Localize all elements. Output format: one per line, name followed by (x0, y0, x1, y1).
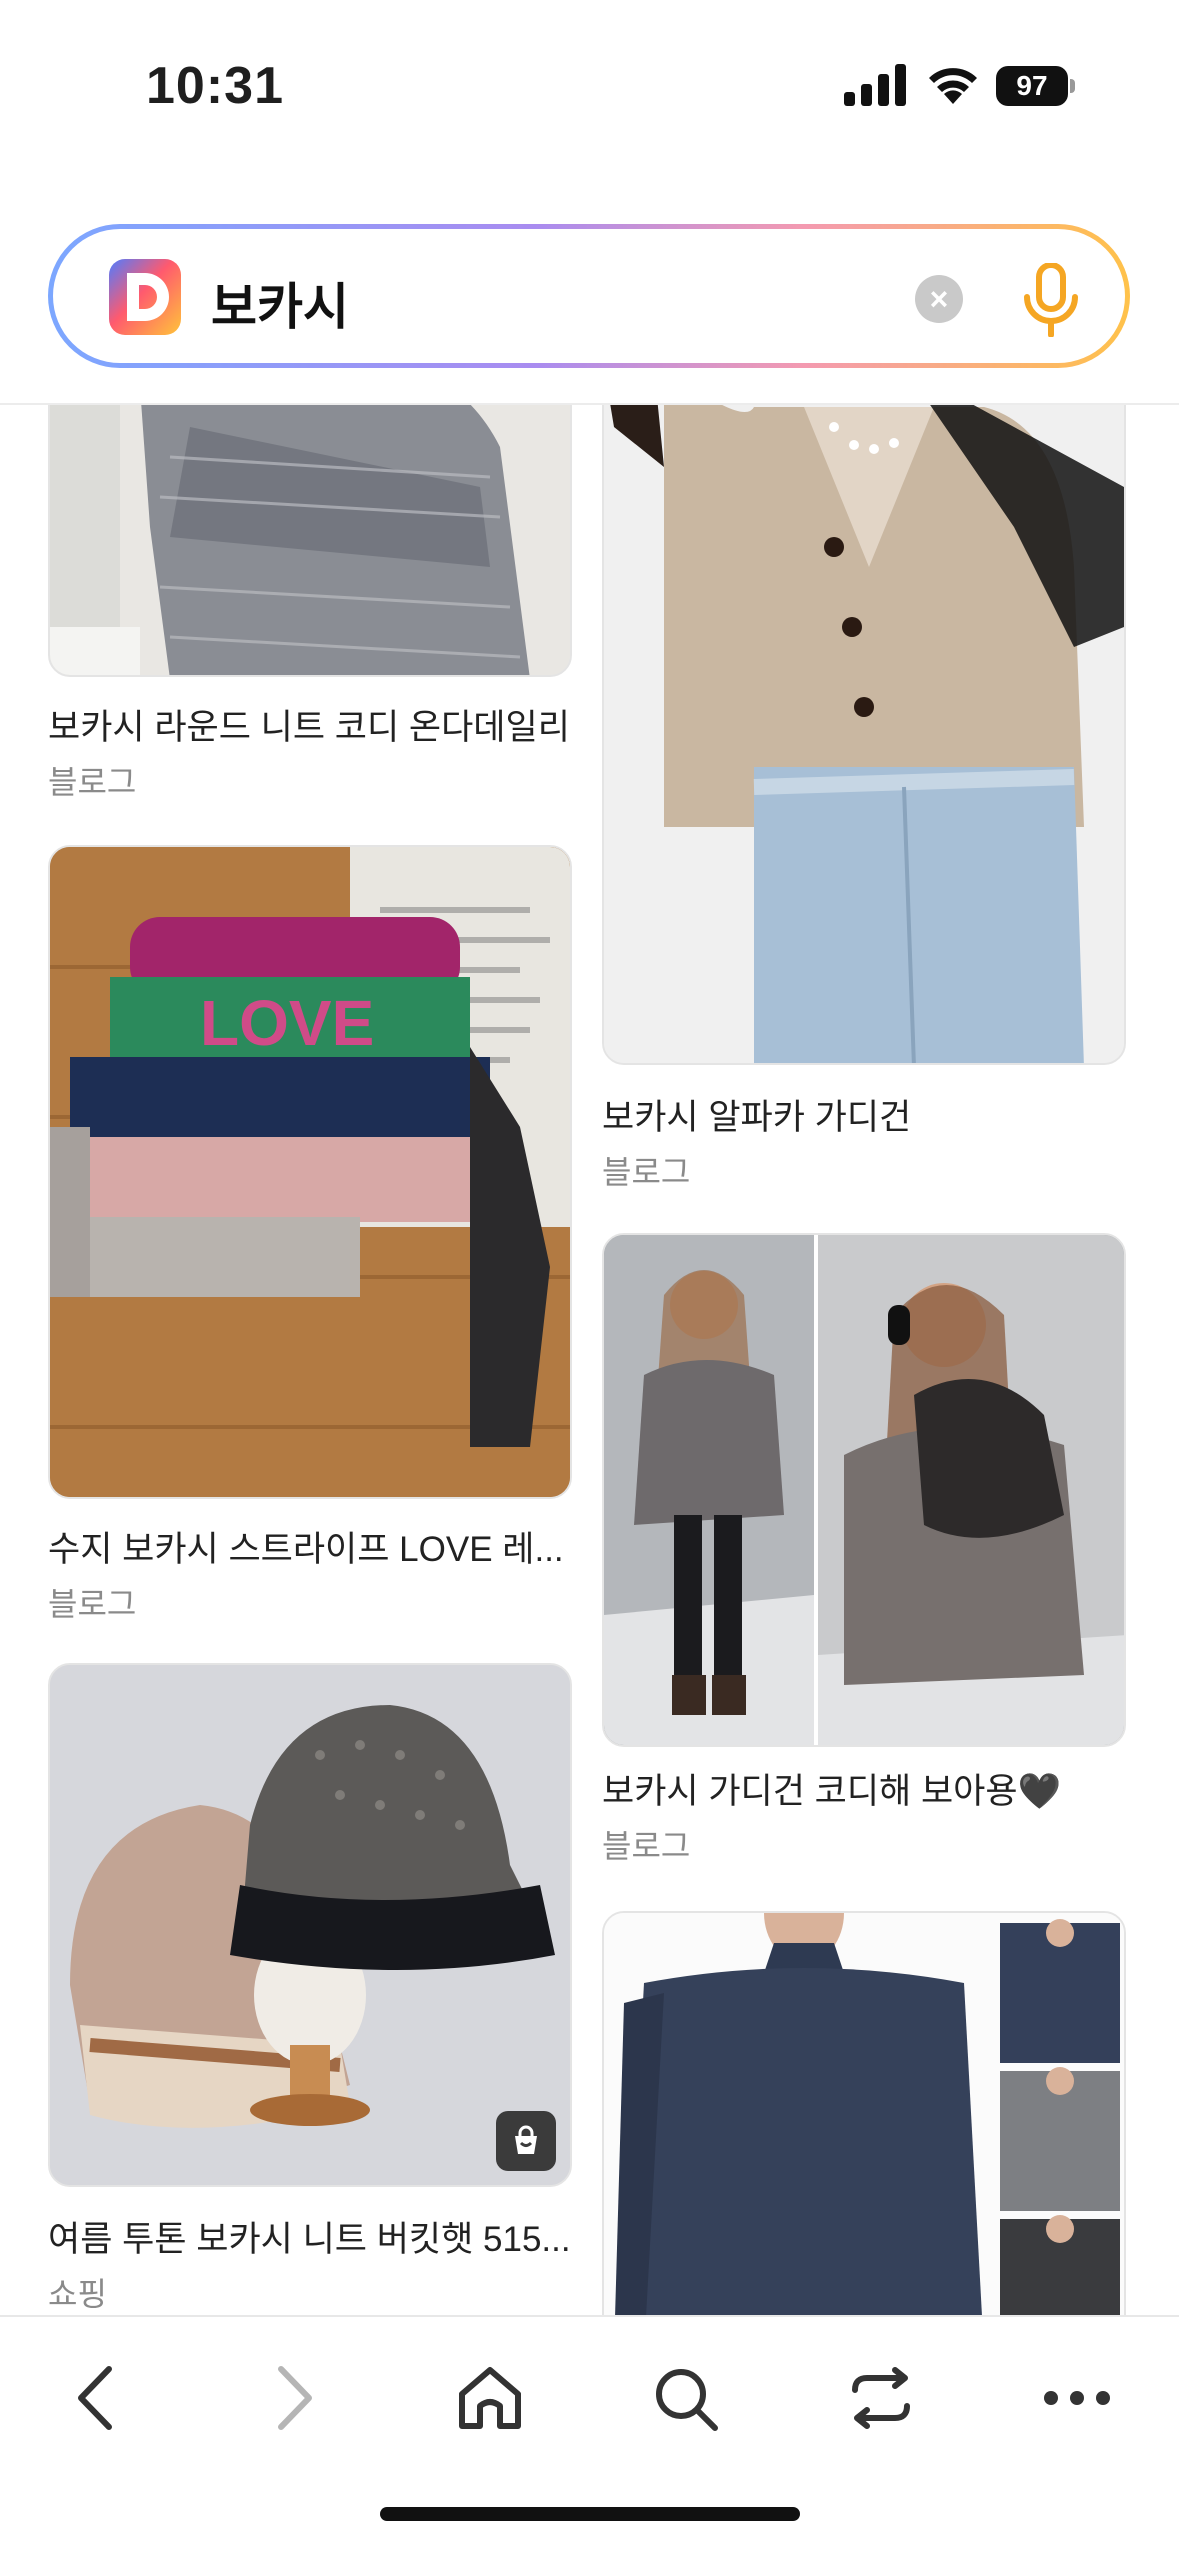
result-card[interactable]: 보카시 라운드 니트 코디 온다데일리 블로그 (0, 405, 590, 805)
search-input[interactable]: 보카시 (211, 267, 349, 339)
status-time: 10:31 (146, 57, 284, 115)
result-image[interactable]: LOVE (48, 845, 572, 1499)
clear-search-button[interactable]: × (915, 275, 963, 323)
shopping-bag-icon (496, 2111, 556, 2171)
search-icon (656, 2369, 718, 2431)
bottom-toolbar (0, 2315, 1179, 2558)
result-source: 블로그 (602, 1154, 691, 1190)
result-card[interactable]: 여름 투톤 보카시 니트 버킷햇 515... 쇼핑 (0, 1663, 590, 2315)
battery-icon: 97 (996, 66, 1076, 106)
microphone-icon[interactable] (1021, 263, 1081, 337)
image-results-grid: 보카시 라운드 니트 코디 온다데일리 블로그 LOVE 수지 보카시 스트라이… (0, 405, 1179, 2315)
back-button[interactable] (52, 2353, 142, 2443)
result-image[interactable] (602, 1233, 1126, 1747)
result-card[interactable] (590, 1911, 1179, 2315)
result-title[interactable]: 보카시 알파카 가디건 (602, 1089, 1132, 1140)
result-card[interactable]: LOVE 수지 보카시 스트라이프 LOVE 레... 블로그 (0, 845, 590, 1625)
result-title[interactable]: 여름 투톤 보카시 니트 버킷햇 515... (48, 2211, 578, 2262)
result-source: 블로그 (48, 764, 137, 800)
wifi-icon (929, 68, 977, 104)
result-title[interactable]: 보카시 라운드 니트 코디 온다데일리 (48, 699, 578, 750)
search-button[interactable] (640, 2353, 730, 2443)
result-image[interactable] (602, 405, 1126, 1065)
result-source: 블로그 (48, 1586, 137, 1622)
home-button[interactable] (445, 2353, 535, 2443)
home-icon (459, 2367, 521, 2429)
result-card[interactable]: 보카시 알파카 가디건 블로그 (590, 405, 1179, 1195)
forward-button[interactable] (248, 2353, 338, 2443)
result-image[interactable] (48, 405, 572, 677)
result-title[interactable]: 수지 보카시 스트라이프 LOVE 레... (48, 1521, 578, 1572)
svg-text:LOVE: LOVE (200, 987, 374, 1059)
more-icon (1044, 2391, 1110, 2405)
home-indicator (380, 2507, 800, 2521)
status-bar: 10:31 97 (0, 0, 1179, 170)
search-bar[interactable]: 보카시 × (48, 224, 1130, 368)
daum-logo-icon (109, 259, 181, 335)
result-title[interactable]: 보카시 가디건 코디해 보아용🖤 (602, 1763, 1132, 1814)
forward-icon (278, 2366, 312, 2430)
cellular-signal-icon (844, 64, 906, 106)
result-image[interactable] (602, 1911, 1126, 2315)
tabs-icon (852, 2367, 910, 2429)
result-source: 쇼핑 (48, 2276, 107, 2312)
back-icon (78, 2366, 112, 2430)
result-image[interactable] (48, 1663, 572, 2187)
more-button[interactable] (1032, 2353, 1122, 2443)
tabs-button[interactable] (836, 2353, 926, 2443)
battery-level: 97 (996, 66, 1068, 106)
result-source: 블로그 (602, 1828, 691, 1864)
result-card[interactable]: 보카시 가디건 코디해 보아용🖤 블로그 (590, 1233, 1179, 1864)
